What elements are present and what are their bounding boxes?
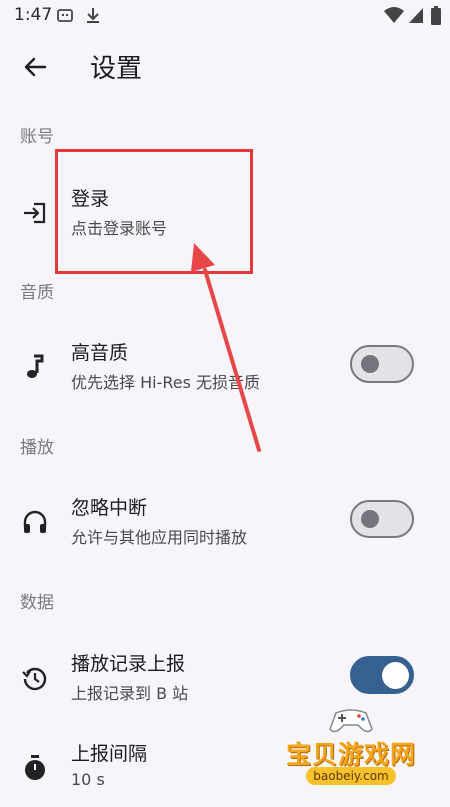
toggle-knob	[361, 355, 379, 373]
history-icon	[20, 663, 50, 693]
page-title: 设置	[90, 54, 143, 84]
section-header-data: 数据	[20, 593, 54, 613]
login-title: 登录	[71, 188, 110, 210]
hires-toggle[interactable]	[350, 345, 414, 383]
login-subtitle: 点击登录账号	[71, 219, 168, 238]
ignore-interrupt-toggle[interactable]	[350, 500, 414, 538]
hires-subtitle: 优先选择 Hi-Res 无损音质	[71, 373, 261, 392]
ignore-interrupt-row[interactable]: 忽略中断 允许与其他应用同时播放	[0, 481, 450, 561]
toggle-knob	[361, 510, 379, 528]
status-time: 1:47	[14, 5, 53, 25]
hires-row[interactable]: 高音质 优先选择 Hi-Res 无损音质	[0, 326, 450, 406]
timer-icon	[20, 753, 50, 783]
ignore-interrupt-title: 忽略中断	[71, 497, 148, 519]
music-note-icon	[20, 352, 50, 382]
download-icon	[87, 8, 99, 23]
report-history-toggle[interactable]	[350, 656, 414, 694]
ignore-interrupt-subtitle: 允许与其他应用同时播放	[71, 528, 248, 547]
section-header-account: 账号	[20, 127, 54, 147]
headphones-icon	[20, 507, 50, 537]
back-button[interactable]	[14, 46, 56, 88]
hires-title: 高音质	[71, 342, 129, 364]
status-bar: 1:47	[0, 0, 450, 32]
report-history-title: 播放记录上报	[71, 653, 186, 675]
section-header-audio: 音质	[20, 283, 54, 303]
toggle-knob	[382, 662, 409, 689]
report-history-row[interactable]: 播放记录上报 上报记录到 B 站	[0, 637, 450, 717]
login-icon	[20, 198, 50, 228]
app-bar: 设置	[0, 32, 450, 102]
login-row[interactable]: 登录 点击登录账号	[0, 172, 450, 252]
report-interval-row[interactable]: 上报间隔 10 s	[0, 727, 450, 807]
report-interval-value: 10 s	[71, 770, 105, 789]
arrow-back-icon	[24, 57, 47, 77]
sim-icon	[57, 9, 73, 22]
section-header-playback: 播放	[20, 438, 54, 458]
report-history-subtitle: 上报记录到 B 站	[71, 684, 189, 703]
wifi-icon	[384, 7, 404, 23]
report-interval-title: 上报间隔	[71, 743, 148, 765]
battery-icon	[431, 6, 441, 25]
signal-icon	[409, 8, 423, 23]
